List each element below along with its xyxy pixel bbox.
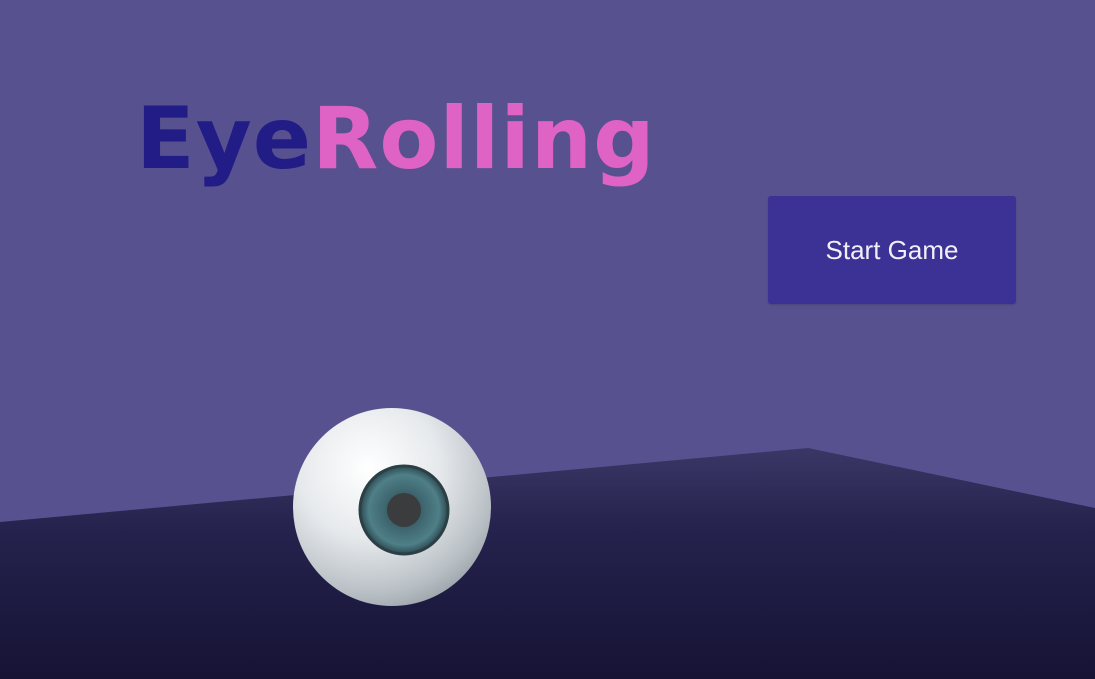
start-game-button[interactable]: Start Game bbox=[768, 196, 1016, 304]
game-scene: EyeRolling Start Game bbox=[0, 0, 1095, 679]
logo-rolling-text: Rolling bbox=[312, 89, 656, 189]
game-logo: EyeRolling bbox=[136, 96, 656, 182]
logo-eye-text: Eye bbox=[136, 89, 313, 189]
eyeball-icon[interactable] bbox=[292, 407, 492, 607]
